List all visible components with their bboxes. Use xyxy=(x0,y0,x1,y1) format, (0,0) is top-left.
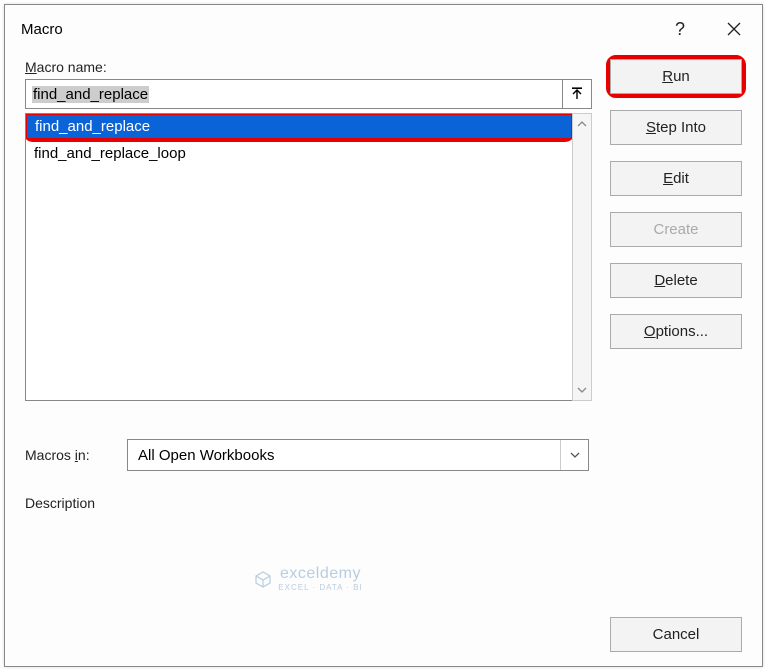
close-button[interactable] xyxy=(706,5,762,53)
macro-name-input[interactable]: find_and_replace xyxy=(25,79,562,109)
callout-run-button: Run xyxy=(606,55,746,98)
delete-button[interactable]: Delete xyxy=(610,263,742,298)
list-item[interactable]: find_and_replace xyxy=(27,115,571,138)
scroll-track[interactable] xyxy=(573,134,591,380)
scroll-up-icon[interactable] xyxy=(573,114,591,134)
edit-button[interactable]: Edit xyxy=(610,161,742,196)
dialog-title: Macro xyxy=(21,21,654,38)
macro-listbox[interactable]: find_and_replace find_and_replace_loop xyxy=(25,113,572,401)
chevron-down-icon xyxy=(569,449,581,461)
macro-name-label: Macro name: xyxy=(25,59,592,75)
dropdown-value: All Open Workbooks xyxy=(128,447,560,464)
close-icon xyxy=(726,21,742,37)
options-button[interactable]: Options... xyxy=(610,314,742,349)
create-button: Create xyxy=(610,212,742,247)
dropdown-button[interactable] xyxy=(560,440,588,470)
scroll-down-icon[interactable] xyxy=(573,380,591,400)
watermark-text: exceldemy xyxy=(280,565,361,582)
cancel-button[interactable]: Cancel xyxy=(610,617,742,652)
collapse-dialog-button[interactable] xyxy=(562,79,592,109)
macros-in-label: Macros in: xyxy=(25,447,109,463)
callout-selected-macro: find_and_replace xyxy=(25,113,572,142)
description-label: Description xyxy=(25,495,592,511)
watermark-subtext: EXCEL · DATA · BI xyxy=(278,583,362,592)
list-item[interactable]: find_and_replace_loop xyxy=(26,142,572,165)
watermark-icon xyxy=(254,570,272,588)
titlebar: Macro ? xyxy=(5,5,762,53)
watermark: exceldemy EXCEL · DATA · BI xyxy=(25,565,592,592)
collapse-icon xyxy=(570,87,584,101)
step-into-button[interactable]: Step Into xyxy=(610,110,742,145)
macros-in-dropdown[interactable]: All Open Workbooks xyxy=(127,439,589,471)
listbox-scrollbar[interactable] xyxy=(572,113,592,401)
macro-dialog: Macro ? Macro name: find_and_replace xyxy=(4,4,763,667)
run-button[interactable]: Run xyxy=(610,59,742,94)
help-button[interactable]: ? xyxy=(654,5,706,53)
